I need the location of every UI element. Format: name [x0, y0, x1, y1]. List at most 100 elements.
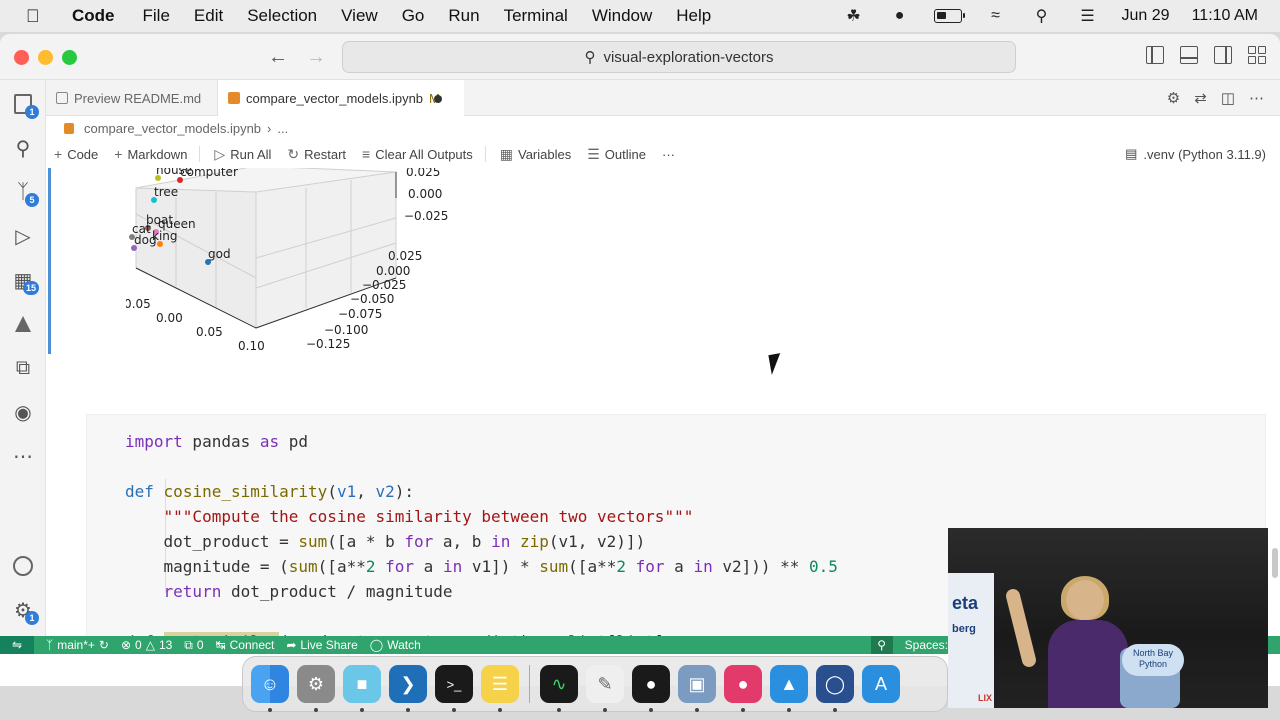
remote-explorer-icon[interactable]: ⧉ [0, 348, 46, 388]
podium-sign: North Bay Python [1122, 644, 1184, 676]
indentation-spaces[interactable]: Spaces: [905, 638, 948, 652]
minimize-window-button[interactable] [38, 50, 53, 65]
customize-layout-icon[interactable] [1248, 46, 1266, 64]
watch-label: Watch [387, 638, 421, 652]
restart-button[interactable]: ↻ Restart [287, 146, 346, 163]
command-center-search[interactable]: ⚲ visual-exploration-vectors [342, 41, 1016, 73]
clear-outputs-icon: ≡ [362, 146, 371, 162]
finder-icon[interactable]: ☺ [251, 665, 289, 712]
close-window-button[interactable] [14, 50, 29, 65]
menu-edit[interactable]: Edit [194, 6, 223, 26]
app-store-icon[interactable]: A [862, 665, 900, 703]
editor-scrollbar[interactable] [1272, 548, 1278, 578]
problems-indicator[interactable]: ⊗ 0 △ 13 [121, 638, 172, 652]
run-all-button[interactable]: ▷ Run All [214, 146, 271, 163]
more-actions-icon[interactable]: ⋯ [1249, 89, 1264, 107]
run-debug-icon[interactable]: ▷ [0, 216, 46, 256]
system-settings-icon[interactable]: ⚙ [297, 665, 335, 712]
textedit-icon[interactable]: ✎ [586, 665, 624, 712]
connect-button[interactable]: ↹ Connect [216, 638, 275, 652]
add-markdown-cell-button[interactable]: + Markdown [114, 146, 187, 162]
toggle-secondary-sidebar-icon[interactable] [1214, 46, 1232, 64]
accounts-icon[interactable] [0, 546, 46, 586]
zoom-icon[interactable]: ⚲ [870, 636, 893, 654]
menu-date[interactable]: Jun 29 [1122, 7, 1170, 25]
menu-go[interactable]: Go [402, 6, 425, 26]
kernel-label: .venv (Python 3.11.9) [1143, 146, 1266, 162]
folder-icon[interactable]: ■ [343, 665, 381, 712]
more-toolbar-button[interactable]: ··· [662, 147, 675, 162]
live-share-icon: ➦ [286, 638, 297, 652]
menu-time[interactable]: 11:10 AM [1192, 7, 1258, 25]
menu-view[interactable]: View [341, 6, 378, 26]
add-code-cell-button[interactable]: + Code [54, 146, 98, 162]
toggle-primary-sidebar-icon[interactable] [1146, 46, 1164, 64]
wifi-icon[interactable]: ≈ [984, 6, 1008, 26]
warning-icon: △ [145, 638, 155, 652]
outline-button[interactable]: ☰ Outline [587, 146, 646, 163]
compare-changes-icon[interactable]: ⇄ [1194, 89, 1207, 107]
editor-tabs: Preview README.md compare_vector_models.… [46, 80, 1280, 117]
testing-flask-icon[interactable] [0, 304, 46, 344]
dock-divider [529, 665, 530, 703]
forward-arrow-icon[interactable]: → [306, 46, 326, 69]
code-line-6: magnitude = (sum([a**2 for a in v1]) * s… [125, 557, 838, 576]
connect-label: Connect [229, 638, 275, 652]
variables-button[interactable]: ▦ Variables [500, 146, 571, 163]
extensions-icon[interactable]: ▦ 15 [0, 260, 46, 300]
speaker-body [1048, 620, 1128, 708]
spotlight-search-icon[interactable]: ⚲ [1030, 6, 1054, 26]
back-arrow-icon[interactable]: ← [268, 46, 288, 69]
ports-indicator[interactable]: ⧉ 0 [184, 638, 203, 653]
settings-gear-icon[interactable]: ⚙ [1167, 89, 1180, 107]
breadcrumb-rest[interactable]: ... [277, 121, 288, 136]
menu-selection[interactable]: Selection [247, 6, 317, 26]
label-god: god [208, 247, 231, 261]
creative-cloud-icon[interactable]: ● [724, 665, 762, 712]
unsaved-dot-icon[interactable] [434, 95, 442, 103]
docker-icon[interactable]: ▲ [770, 665, 808, 712]
clear-outputs-label: Clear All Outputs [375, 146, 473, 162]
activity-monitor-icon[interactable]: ∿ [540, 665, 578, 712]
source-control-icon[interactable]: ᛉ 5 [0, 172, 46, 212]
elephant-icon[interactable]: ● [888, 6, 912, 26]
manage-gear-icon[interactable]: ⚙ 1 [0, 590, 46, 630]
y-tick: −0.075 [338, 307, 382, 321]
menu-app-name[interactable]: Code [72, 6, 115, 26]
menu-terminal[interactable]: Terminal [504, 6, 568, 26]
watch-button[interactable]: ◯ Watch [370, 638, 421, 652]
breadcrumb-file[interactable]: compare_vector_models.ipynb [84, 121, 261, 136]
preview-icon[interactable]: ▣ [678, 665, 716, 712]
control-center-icon[interactable]: ☰ [1076, 6, 1100, 26]
1password-icon[interactable]: ◯ [816, 665, 854, 712]
tab-preview-readme[interactable]: Preview README.md [46, 80, 218, 116]
explorer-icon[interactable]: 1 [0, 84, 46, 124]
battery-icon[interactable] [933, 9, 965, 23]
notebook-file-icon [228, 92, 240, 104]
llama-icon[interactable]: ☘ [842, 6, 866, 26]
zoom-window-button[interactable] [62, 50, 77, 65]
menu-window[interactable]: Window [592, 6, 652, 26]
kernel-picker[interactable]: ▤ .venv (Python 3.11.9) [1125, 146, 1266, 162]
live-share-button[interactable]: ➦ Live Share [286, 638, 357, 652]
chevron-right-icon: › [267, 120, 272, 136]
more-views-icon[interactable]: ⋯ [0, 436, 46, 476]
vscode-icon[interactable]: ❯ [389, 665, 427, 712]
search-icon[interactable]: ⚲ [0, 128, 46, 168]
clear-all-outputs-button[interactable]: ≡ Clear All Outputs [362, 146, 473, 162]
menu-run[interactable]: Run [448, 6, 479, 26]
menu-file[interactable]: File [143, 6, 170, 26]
copilot-icon[interactable]: ● [632, 665, 670, 712]
github-icon[interactable]: ◉ [0, 392, 46, 432]
notes-icon[interactable]: ☰ [481, 665, 519, 712]
toggle-panel-icon[interactable] [1180, 46, 1198, 64]
tab-compare-vector-models[interactable]: compare_vector_models.ipynb M [218, 80, 464, 117]
terminal-icon[interactable]: >_ [435, 665, 473, 712]
split-editor-icon[interactable]: ◫ [1221, 89, 1235, 107]
remote-indicator-icon[interactable]: ⇋ [0, 636, 34, 654]
git-branch[interactable]: ᛉ main*+ ↻ [46, 638, 109, 652]
apple-icon[interactable]:  [26, 6, 48, 27]
menu-help[interactable]: Help [676, 6, 711, 26]
code-content[interactable]: import pandas as pd def cosine_similarit… [125, 429, 867, 636]
extensions-badge: 15 [22, 281, 39, 295]
